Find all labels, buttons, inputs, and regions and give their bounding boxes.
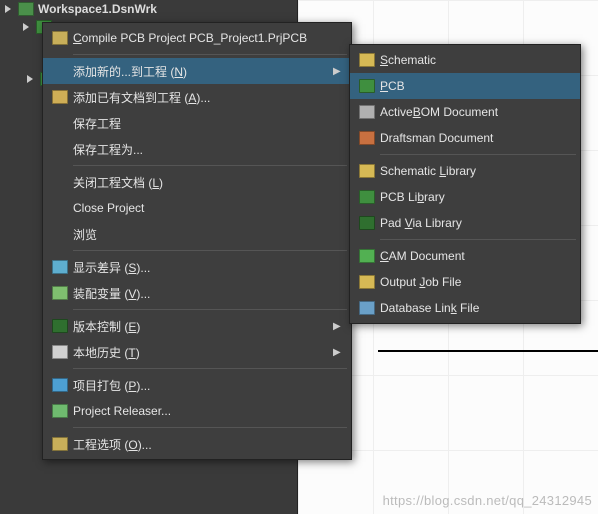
bom-icon <box>354 99 380 125</box>
pcblib-icon <box>354 184 380 210</box>
menu-item-label: 版本控制 (E) <box>73 318 333 335</box>
menu-separator <box>380 239 576 240</box>
menu-item-version-ctrl[interactable]: 版本控制 (E)▶ <box>43 313 351 339</box>
menu-item-activebom[interactable]: ActiveBOM Document <box>350 99 580 125</box>
workspace-root-label: Workspace1.DsnWrk <box>38 2 157 16</box>
menu-item-show-diff[interactable]: 显示差异 (S)... <box>43 254 351 280</box>
menu-item-releaser[interactable]: Project Releaser... <box>43 398 351 424</box>
menu-item-label: Close Project <box>73 201 343 215</box>
draftsman-icon <box>354 125 380 151</box>
menu-item-label: 保存工程 <box>73 115 343 132</box>
options-icon <box>47 431 73 457</box>
submenu-arrow-icon: ▶ <box>333 347 343 358</box>
menu-item-label: Project Releaser... <box>73 404 343 418</box>
dblink-icon <box>354 295 380 321</box>
menu-item-save-project[interactable]: 保存工程 <box>43 110 351 136</box>
menu-item-variants[interactable]: 装配变量 (V)... <box>43 280 351 306</box>
menu-item-pcblib[interactable]: PCB Library <box>350 184 580 210</box>
blank <box>47 221 73 247</box>
package-icon <box>47 372 73 398</box>
menu-separator <box>73 250 347 251</box>
menu-item-label: Pad Via Library <box>380 216 572 230</box>
menu-item-label: ActiveBOM Document <box>380 105 572 119</box>
menu-item-pcb[interactable]: PCB <box>350 73 580 99</box>
menu-item-label: 显示差异 (S)... <box>73 259 343 276</box>
outjob-icon <box>354 269 380 295</box>
submenu-arrow-icon: ▶ <box>333 66 343 77</box>
menu-item-schematic[interactable]: Schematic <box>350 47 580 73</box>
menu-item-package[interactable]: 项目打包 (P)... <box>43 372 351 398</box>
menu-item-browse[interactable]: 浏览 <box>43 221 351 247</box>
menu-item-label: 工程选项 (O)... <box>73 436 343 453</box>
menu-item-label: Schematic Library <box>380 164 572 178</box>
schematic-icon <box>354 47 380 73</box>
menu-item-label: 关闭工程文档 (L) <box>73 174 343 191</box>
menu-item-label: 保存工程为... <box>73 141 343 158</box>
workspace-icon <box>18 2 34 16</box>
menu-item-save-as[interactable]: 保存工程为... <box>43 136 351 162</box>
menu-item-schlib[interactable]: Schematic Library <box>350 158 580 184</box>
add-doc-icon <box>47 84 73 110</box>
menu-item-add-new[interactable]: 添加新的...到工程 (N)▶ <box>43 58 351 84</box>
menu-item-label: Compile PCB Project PCB_Project1.PrjPCB <box>73 31 343 45</box>
compile-icon <box>47 25 73 51</box>
padvia-icon <box>354 210 380 236</box>
workspace-root-row[interactable]: Workspace1.DsnWrk <box>0 0 297 18</box>
menu-item-compile[interactable]: Compile PCB Project PCB_Project1.PrjPCB <box>43 25 351 51</box>
menu-separator <box>73 368 347 369</box>
menu-item-label: 项目打包 (P)... <box>73 377 343 394</box>
menu-item-close-docs[interactable]: 关闭工程文档 (L) <box>43 169 351 195</box>
menu-item-label: PCB Library <box>380 190 572 204</box>
menu-item-dblink[interactable]: Database Link File <box>350 295 580 321</box>
menu-item-cam[interactable]: CAM Document <box>350 243 580 269</box>
menu-separator <box>380 154 576 155</box>
menu-item-close-project[interactable]: Close Project <box>43 195 351 221</box>
schlib-icon <box>354 158 380 184</box>
menu-item-outjob[interactable]: Output Job File <box>350 269 580 295</box>
menu-item-draftsman[interactable]: Draftsman Document <box>350 125 580 151</box>
menu-item-options[interactable]: 工程选项 (O)... <box>43 431 351 457</box>
menu-item-label: 本地历史 (T) <box>73 344 333 361</box>
menu-item-label: 添加新的...到工程 (N) <box>73 63 333 80</box>
context-menu-add-new: Schematic PCB ActiveBOM Document Draftsman … <box>349 44 581 324</box>
expand-arrow-icon[interactable] <box>4 4 14 14</box>
menu-separator <box>73 427 347 428</box>
pcb-icon <box>354 73 380 99</box>
expand-arrow-icon[interactable] <box>26 74 36 84</box>
submenu-arrow-icon: ▶ <box>333 321 343 332</box>
blank <box>47 110 73 136</box>
menu-item-label: Schematic <box>380 53 572 67</box>
blank <box>47 169 73 195</box>
releaser-icon <box>47 398 73 424</box>
expand-arrow-icon[interactable] <box>22 22 32 32</box>
variants-icon <box>47 280 73 306</box>
menu-item-add-existing[interactable]: 添加已有文档到工程 (A)... <box>43 84 351 110</box>
menu-item-padvia[interactable]: Pad Via Library <box>350 210 580 236</box>
diff-icon <box>47 254 73 280</box>
menu-item-label: PCB <box>380 79 572 93</box>
cam-icon <box>354 243 380 269</box>
watermark-text: https://blog.csdn.net/qq_24312945 <box>383 493 592 508</box>
blank <box>47 58 73 84</box>
menu-item-label: 浏览 <box>73 226 343 243</box>
context-menu-main: Compile PCB Project PCB_Project1.PrjPCB 添… <box>42 22 352 460</box>
menu-item-label: 添加已有文档到工程 (A)... <box>73 89 343 106</box>
menu-item-label: Database Link File <box>380 301 572 315</box>
version-icon <box>47 313 73 339</box>
menu-separator <box>73 165 347 166</box>
history-icon <box>47 339 73 365</box>
blank <box>47 136 73 162</box>
menu-item-label: Draftsman Document <box>380 131 572 145</box>
menu-item-label: 装配变量 (V)... <box>73 285 343 302</box>
menu-item-local-history[interactable]: 本地历史 (T)▶ <box>43 339 351 365</box>
blank <box>47 195 73 221</box>
menu-item-label: CAM Document <box>380 249 572 263</box>
menu-separator <box>73 54 347 55</box>
menu-separator <box>73 309 347 310</box>
menu-item-label: Output Job File <box>380 275 572 289</box>
